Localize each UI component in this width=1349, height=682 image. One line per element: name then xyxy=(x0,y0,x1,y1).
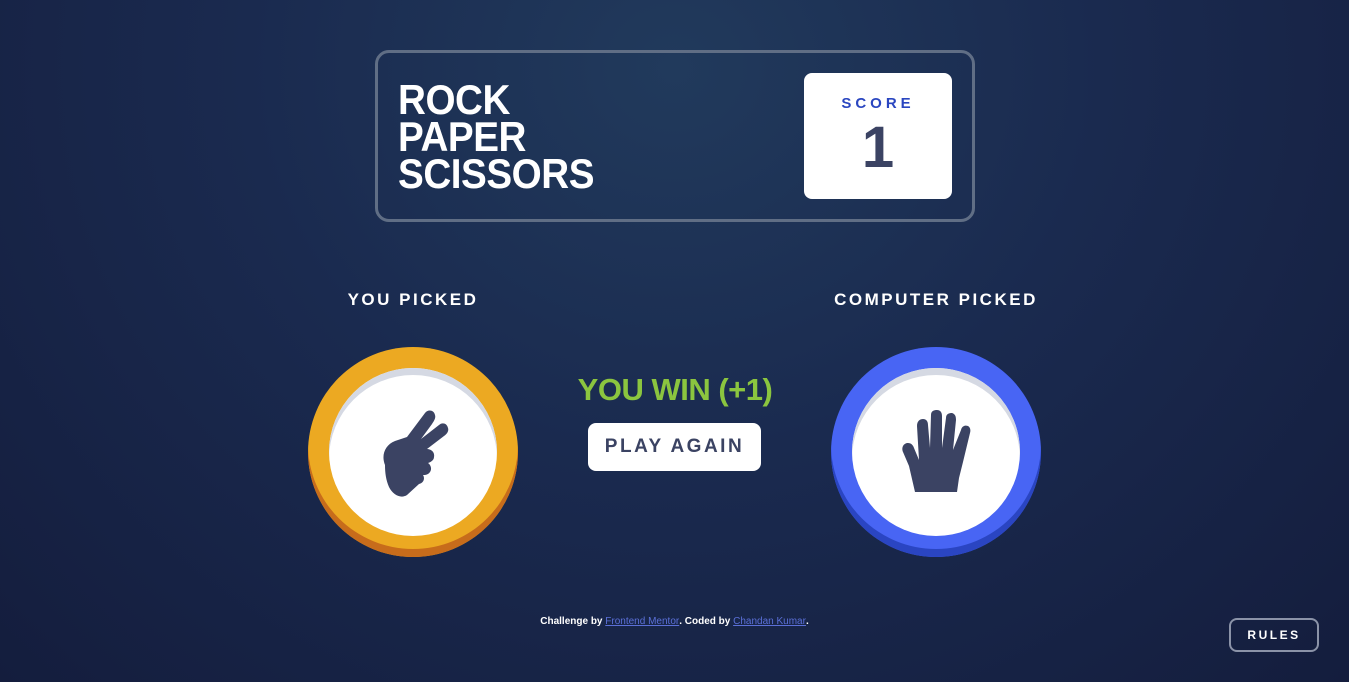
computer-pick-token-face xyxy=(852,368,1020,536)
attribution: Challenge by Frontend Mentor. Coded by C… xyxy=(0,616,1349,627)
score-label: SCORE xyxy=(841,95,915,112)
frontend-mentor-link[interactable]: Frontend Mentor xyxy=(605,616,679,627)
computer-pick-label: COMPUTER PICKED xyxy=(834,290,1038,309)
user-pick-label: YOU PICKED xyxy=(347,290,479,309)
attribution-coded-prefix: . Coded by xyxy=(679,616,731,627)
rules-button[interactable]: RULES xyxy=(1229,618,1319,652)
result-text: YOU WIN (+1) xyxy=(577,372,773,407)
score-value: 1 xyxy=(861,115,895,180)
scoreboard-header: ROCK PAPER SCISSORS SCORE 1 xyxy=(375,50,975,222)
attribution-prefix: Challenge by xyxy=(540,616,603,627)
paper-hand-icon xyxy=(902,410,971,492)
score-box: SCORE 1 xyxy=(804,73,952,199)
play-again-button[interactable]: PLAY AGAIN xyxy=(588,423,761,471)
author-link[interactable]: Chandan Kumar xyxy=(733,616,806,627)
scissors-hand-icon xyxy=(383,410,449,497)
computer-pick-token xyxy=(831,347,1041,557)
title-line-scissors: SCISSORS xyxy=(398,150,595,197)
user-pick-token xyxy=(308,347,518,557)
game-title: ROCK PAPER SCISSORS xyxy=(398,79,595,197)
attribution-suffix: . xyxy=(805,616,809,627)
user-pick-token-face xyxy=(329,368,497,536)
